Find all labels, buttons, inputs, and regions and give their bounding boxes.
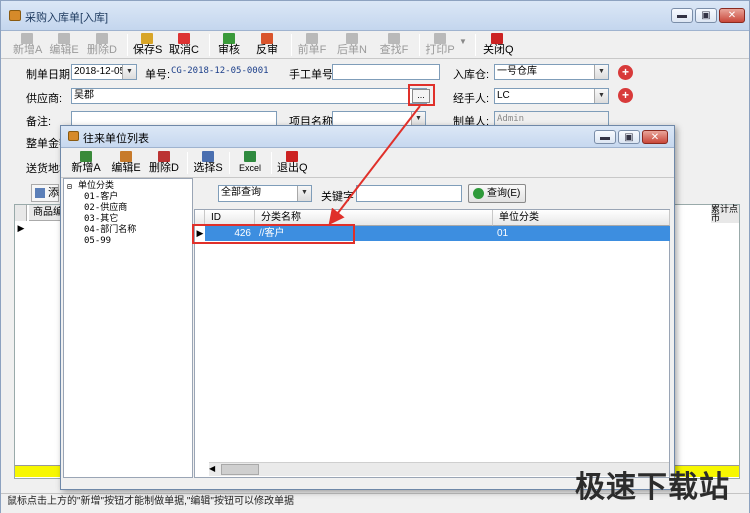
annotation-arrow xyxy=(328,105,421,226)
watermark: 极速下载站 xyxy=(575,471,730,504)
